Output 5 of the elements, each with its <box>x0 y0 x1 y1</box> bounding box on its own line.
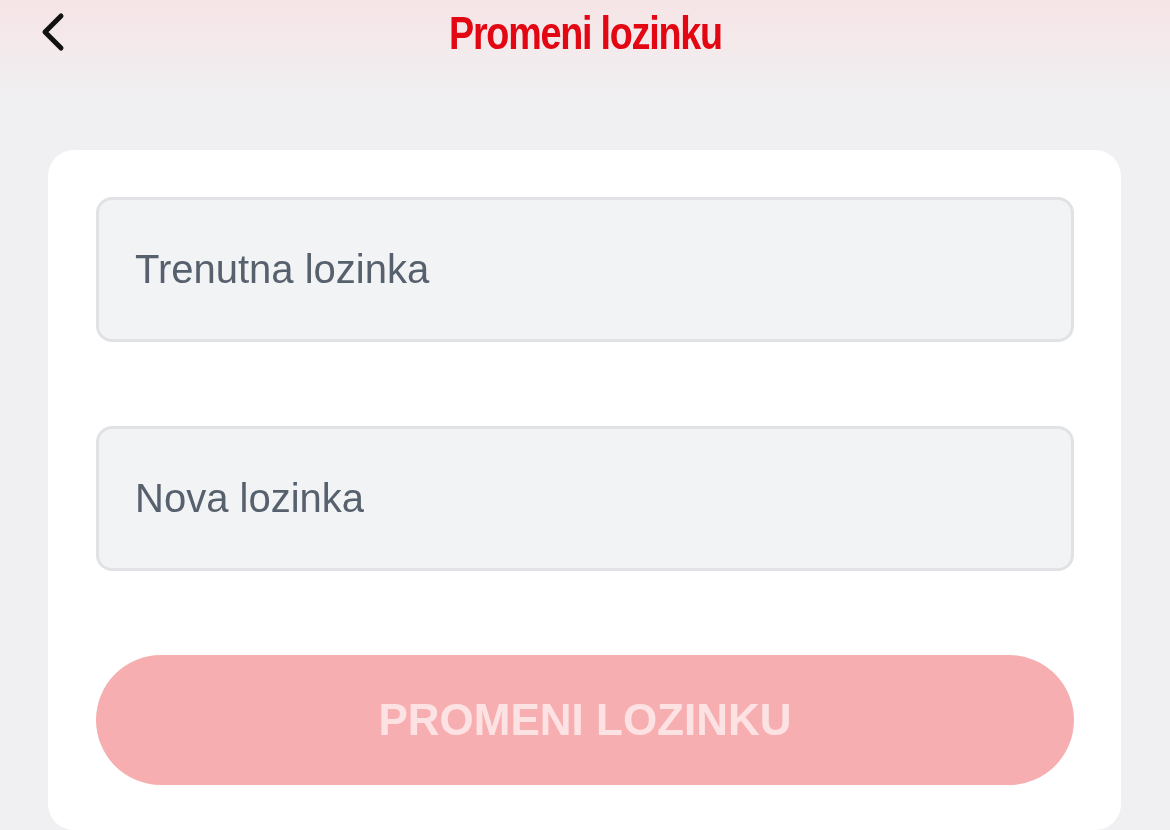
back-button[interactable] <box>40 12 66 52</box>
password-field[interactable]: Trenutna lozinka <box>96 197 1074 342</box>
chevron-left-icon <box>40 12 66 52</box>
password-field[interactable]: Nova lozinka <box>96 426 1074 571</box>
page-title: Promeni lozinku <box>448 6 722 61</box>
